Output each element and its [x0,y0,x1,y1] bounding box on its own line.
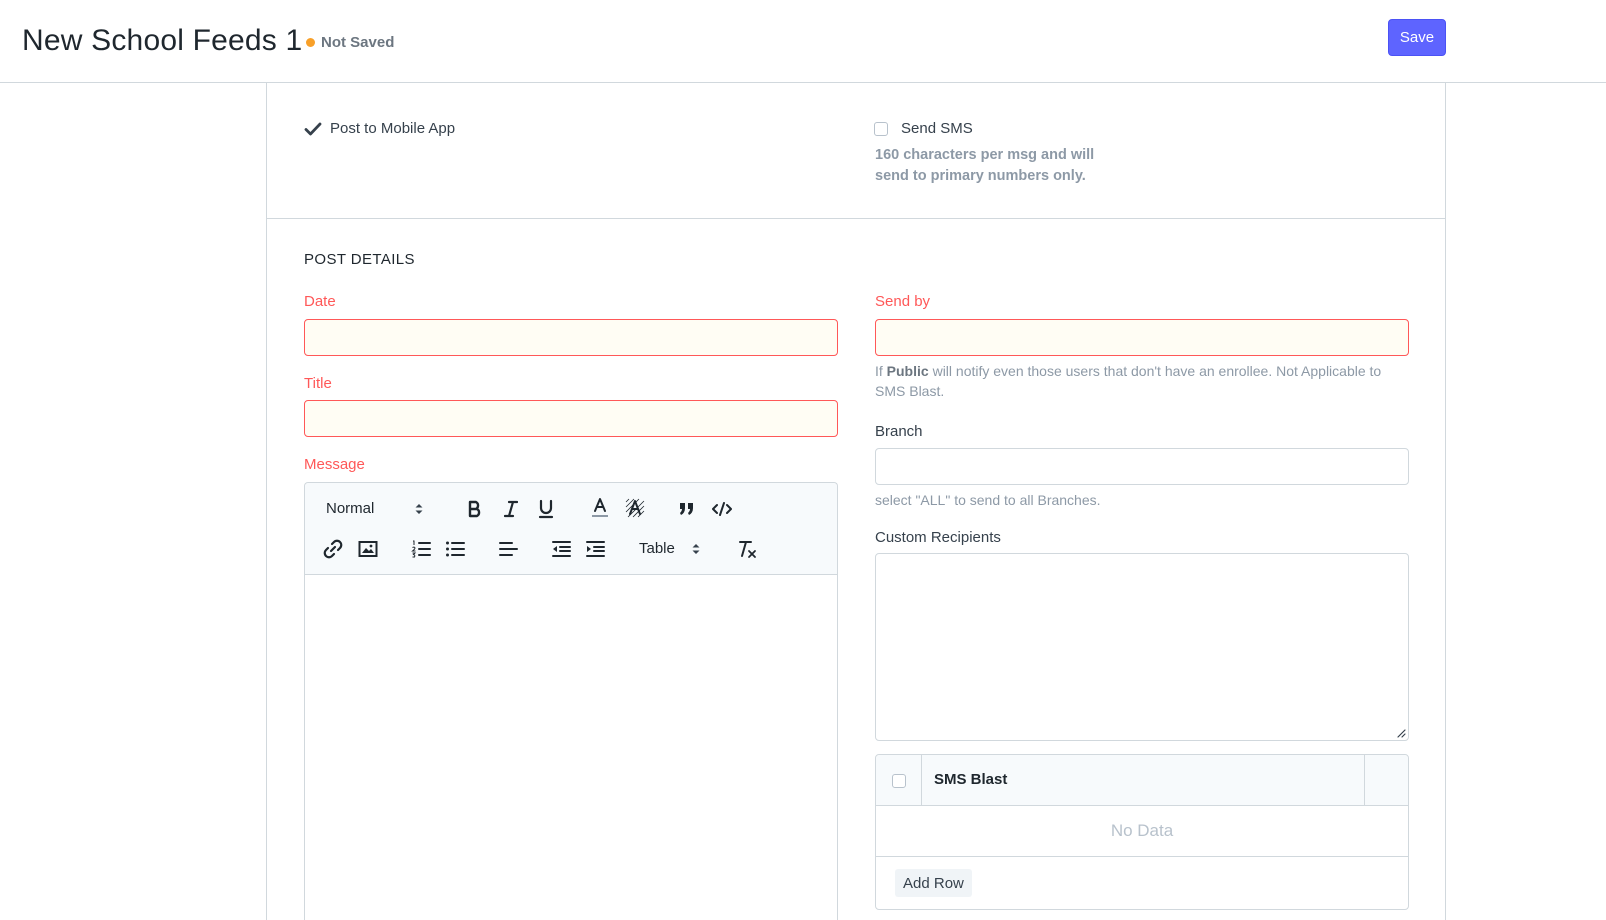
outdent-icon[interactable] [549,537,573,561]
select-arrows-icon [692,543,700,554]
image-icon[interactable] [356,537,380,561]
add-row-button[interactable]: Add Row [895,869,972,897]
underline-icon[interactable] [534,497,558,521]
ordered-list-icon[interactable] [409,537,433,561]
select-all-cell [876,755,922,806]
editor-toolbar: Normal Table [305,483,837,575]
page-title: New School Feeds 1 [22,24,303,57]
status-dot-icon [306,38,315,47]
sms-note: 160 characters per msg and will send to … [875,147,1095,184]
column-divider [1364,755,1365,806]
indent-icon[interactable] [583,537,607,561]
save-button[interactable]: Save [1388,19,1446,56]
status-indicator: Not Saved [306,34,394,51]
send-by-help-suffix: will notify even those users that don't … [875,363,1382,399]
send-by-input[interactable] [875,319,1409,356]
select-arrows-icon [415,503,423,514]
blockquote-icon[interactable] [675,497,699,521]
send-by-help: If Public will notify even those users t… [875,361,1409,401]
post-to-mobile-app-label: Post to Mobile App [330,120,456,137]
custom-recipients-textarea[interactable] [875,553,1409,741]
bold-icon[interactable] [463,497,487,521]
column-header-sms-blast: SMS Blast [934,771,1008,788]
message-label: Message [304,456,365,473]
clear-format-icon[interactable] [735,537,759,561]
table-select-value: Table [639,540,675,557]
section-divider [266,218,1446,219]
section-title-post-details: POST DETAILS [304,251,415,268]
date-label: Date [304,293,336,310]
header-format-value: Normal [326,500,375,517]
select-all-checkbox[interactable] [891,773,906,788]
sms-blast-table: SMS Blast No Data Add Row [875,754,1409,910]
link-icon[interactable] [321,537,345,561]
table-header: SMS Blast [876,755,1408,806]
send-sms-checkbox[interactable]: Send SMS [874,120,973,137]
status-text: Not Saved [321,34,395,51]
background-color-icon[interactable] [623,495,647,521]
italic-icon[interactable] [499,497,523,521]
send-sms-label: Send SMS [901,120,973,137]
font-color-icon[interactable] [588,495,612,521]
table-select[interactable]: Table [639,540,701,557]
checkmark-icon [304,122,322,135]
branch-input[interactable] [875,448,1409,485]
send-by-help-prefix: If [875,363,887,379]
title-input[interactable] [304,400,838,437]
empty-state: No Data [876,806,1408,857]
message-editor[interactable]: Normal Table [304,482,838,920]
send-by-label: Send by [875,293,931,310]
title-label: Title [304,375,332,392]
resize-handle-icon[interactable] [1396,728,1406,738]
custom-recipients-label: Custom Recipients [875,529,1001,546]
send-by-help-bold: Public [886,363,929,379]
header-format-select[interactable]: Normal [326,500,424,517]
branch-help: select "ALL" to send to all Branches. [875,492,1101,508]
post-to-mobile-app-checkbox[interactable]: Post to Mobile App [304,120,455,137]
date-input[interactable] [304,319,838,356]
page-header: New School Feeds 1 Not Saved Save [0,0,1606,83]
branch-label: Branch [875,423,923,440]
align-left-icon[interactable] [496,537,520,561]
checkbox-icon[interactable] [874,121,888,136]
code-block-icon[interactable] [710,497,734,521]
bullet-list-icon[interactable] [443,537,467,561]
